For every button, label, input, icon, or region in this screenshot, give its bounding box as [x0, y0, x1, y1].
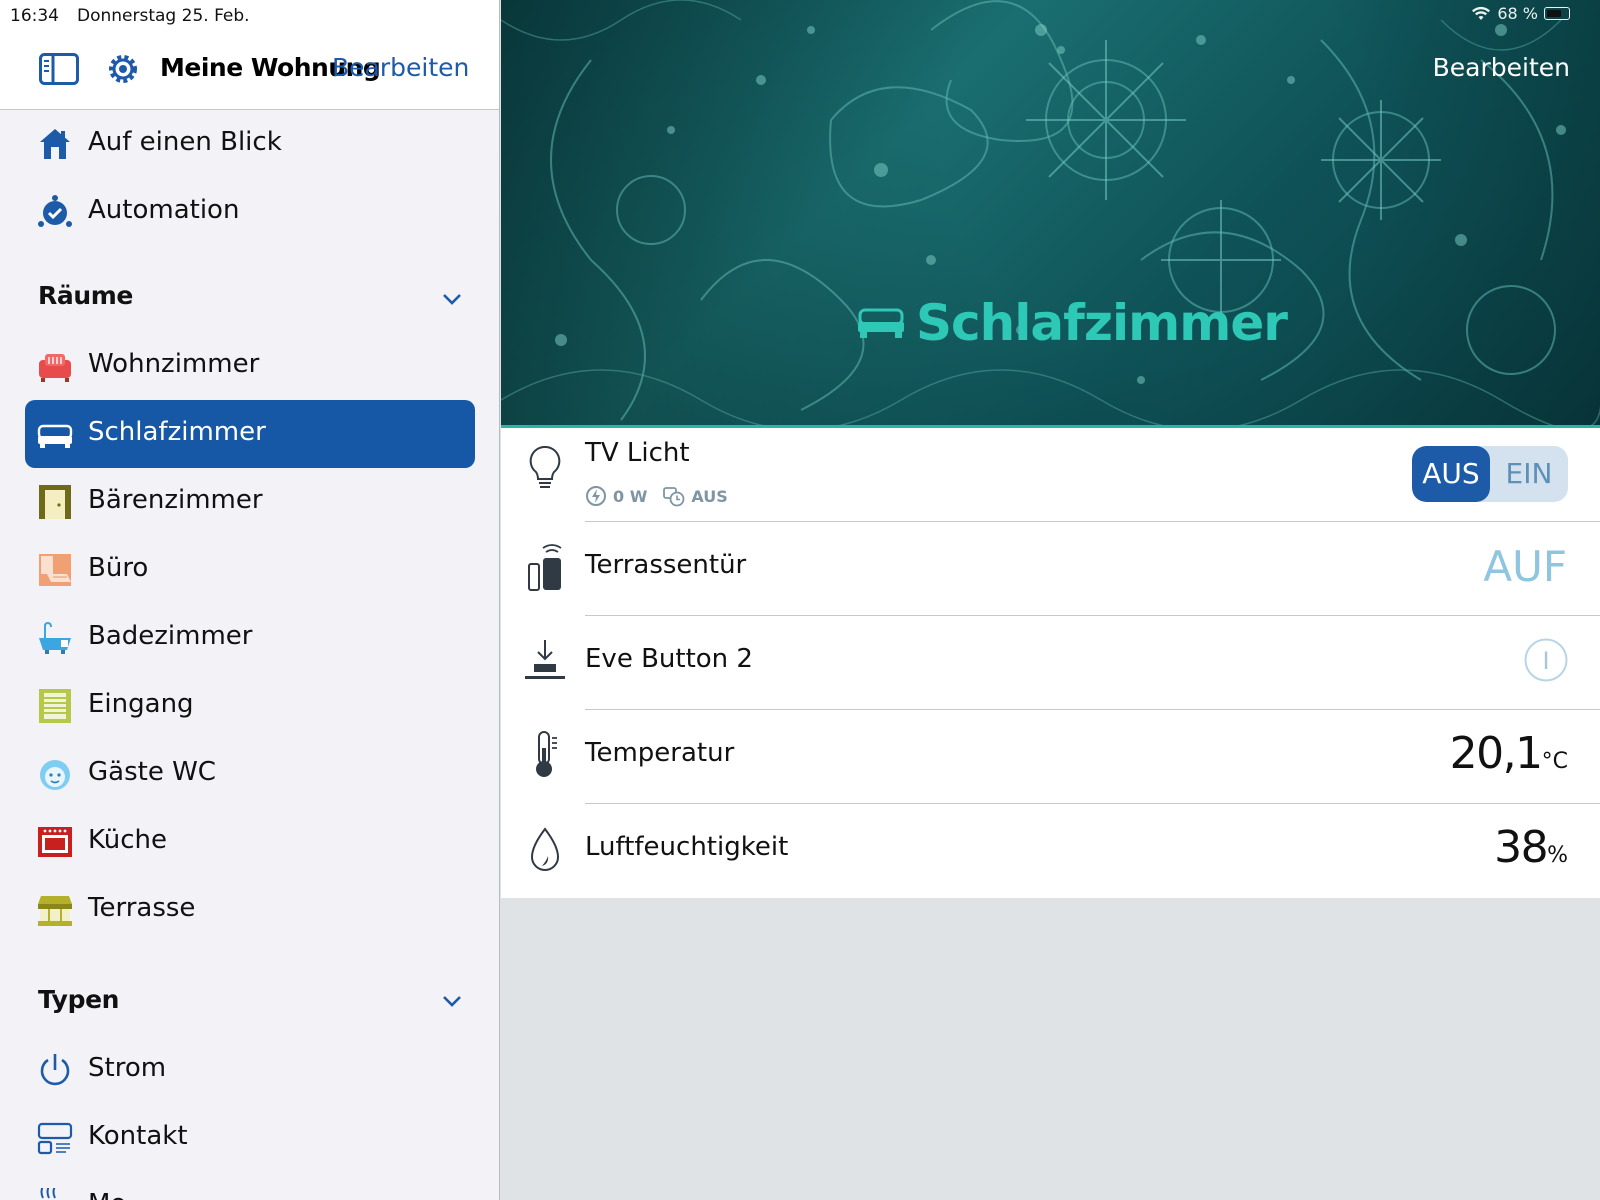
- desk-icon: [39, 554, 71, 586]
- door-sensor-icon: [528, 544, 562, 591]
- power-toggle[interactable]: AUS EIN: [1412, 446, 1568, 502]
- contact-sensor-icon: [37, 1122, 73, 1155]
- sidebar-item-automation[interactable]: Automation: [25, 178, 475, 246]
- sidebar-item-label: Eingang: [88, 689, 194, 719]
- thermometer-icon: [536, 731, 557, 777]
- device-list: TV Licht 0 W AUS AUS EIN Terrassentür AU…: [501, 428, 1600, 898]
- toggle-off-option[interactable]: AUS: [1412, 446, 1490, 502]
- sidebar-item-label: Kontakt: [88, 1121, 188, 1151]
- power-icon: [40, 1054, 70, 1086]
- sidebar-item-label: Schlafzimmer: [88, 417, 266, 447]
- status-indicators: 68 %: [1471, 4, 1570, 23]
- chevron-down-icon[interactable]: [440, 989, 464, 1013]
- device-name: Luftfeuchtigkeit: [585, 832, 789, 862]
- sidebar-item-overview[interactable]: Auf einen Blick: [25, 110, 475, 178]
- sidebar-item-baerenzimmer[interactable]: Bärenzimmer: [25, 468, 475, 536]
- sidebar-item-strom[interactable]: Strom: [25, 1036, 475, 1104]
- temperature-value: 20,1°C: [1450, 728, 1568, 779]
- status-date: Donnerstag 25. Feb.: [77, 6, 250, 26]
- sidebar-item-label: Gäste WC: [88, 757, 216, 787]
- device-row-luftfeuchtigkeit[interactable]: Luftfeuchtigkeit 38%: [501, 804, 1600, 898]
- door-icon: [39, 485, 71, 519]
- device-row-tv-licht[interactable]: TV Licht 0 W AUS AUS EIN: [501, 428, 1600, 522]
- sidebar-item-label: Küche: [88, 825, 168, 855]
- sofa-icon: [39, 354, 71, 382]
- sidebar-item-gaeste-wc[interactable]: Gäste WC: [25, 740, 475, 808]
- sidebar-item-buero[interactable]: Büro: [25, 536, 475, 604]
- device-name: Temperatur: [585, 738, 735, 768]
- sidebar-item-wohnzimmer[interactable]: Wohnzimmer: [25, 332, 475, 400]
- droplet-icon: [530, 827, 560, 871]
- device-name: Terrassentür: [585, 550, 747, 580]
- sidebar-item-label: Mo: [88, 1189, 126, 1200]
- sidebar-toggle-icon[interactable]: [39, 53, 79, 85]
- bathtub-icon: [39, 621, 71, 654]
- lightbulb-icon: [529, 445, 561, 488]
- button-press-icon: [525, 640, 565, 679]
- gear-icon[interactable]: [106, 52, 140, 86]
- device-row-eve-button[interactable]: Eve Button 2 I: [501, 616, 1600, 710]
- sidebar-item-eingang[interactable]: Eingang: [25, 672, 475, 740]
- wifi-icon: [1472, 6, 1491, 20]
- button-circle-icon: I: [1524, 638, 1568, 682]
- device-name: Eve Button 2: [585, 644, 753, 674]
- edit-room-button[interactable]: Bearbeiten: [1433, 53, 1570, 82]
- temperature-unit: °C: [1541, 749, 1568, 774]
- sidebar-item-label: Strom: [88, 1053, 167, 1083]
- sidebar-item-terrasse[interactable]: Terrasse: [25, 876, 475, 944]
- button-state-indicator[interactable]: I: [1524, 638, 1568, 682]
- toggle-on-option[interactable]: EIN: [1490, 446, 1568, 502]
- timer-icon: [663, 487, 685, 507]
- awning-icon: [38, 896, 72, 926]
- device-name: TV Licht: [585, 438, 690, 468]
- sidebar: Meine Wohnung Bearbeiten Auf einen Blick…: [0, 0, 500, 1200]
- humidity-unit: %: [1547, 843, 1568, 868]
- sidebar-item-label: Badezimmer: [88, 621, 253, 651]
- humidity-value: 38%: [1494, 822, 1568, 873]
- device-subinfo: 0 W AUS: [585, 485, 728, 507]
- power-consumption-icon: [586, 486, 606, 506]
- button-state-symbol: I: [1542, 647, 1549, 675]
- chevron-down-icon[interactable]: [440, 287, 464, 311]
- bed-icon: [37, 424, 73, 448]
- sidebar-item-badezimmer[interactable]: Badezimmer: [25, 604, 475, 672]
- sidebar-item-label: Wohnzimmer: [88, 349, 260, 379]
- device-row-temperatur[interactable]: Temperatur 20,1°C: [501, 710, 1600, 804]
- battery-percent: 68 %: [1497, 4, 1538, 23]
- humidity-number: 38: [1494, 822, 1549, 873]
- sidebar-item-label: Auf einen Blick: [88, 127, 282, 157]
- rooms-section-header[interactable]: Räume: [38, 281, 133, 310]
- house-icon: [40, 129, 70, 159]
- sidebar-item-label: Terrasse: [88, 893, 196, 923]
- device-row-terrassentuer[interactable]: Terrassentür AUF: [501, 522, 1600, 616]
- sidebar-item-schlafzimmer[interactable]: Schlafzimmer: [25, 400, 475, 468]
- timer-value: AUS: [691, 486, 728, 506]
- room-title: Schlafzimmer: [916, 294, 1288, 352]
- automation-icon: [38, 195, 72, 227]
- room-header-image: Schlafzimmer Bearbeiten: [501, 0, 1600, 428]
- power-value: 0 W: [613, 486, 648, 506]
- door-state-value: AUF: [1483, 542, 1567, 591]
- temperature-number: 20,1: [1449, 728, 1543, 779]
- sidebar-item-kontakt[interactable]: Kontakt: [25, 1104, 475, 1172]
- sidebar-item-label: Automation: [88, 195, 240, 225]
- sidebar-item-label: Büro: [88, 553, 149, 583]
- edit-home-button[interactable]: Bearbeiten: [332, 53, 469, 82]
- sidebar-item-kueche[interactable]: Küche: [25, 808, 475, 876]
- sidebar-item-motion[interactable]: Mo: [25, 1172, 475, 1200]
- battery-icon: [1544, 7, 1570, 20]
- types-section-header[interactable]: Typen: [38, 985, 119, 1014]
- motion-icon: [40, 1188, 56, 1199]
- shelf-icon: [39, 689, 71, 723]
- oven-icon: [38, 827, 72, 857]
- face-icon: [40, 760, 70, 790]
- sidebar-item-label: Bärenzimmer: [88, 485, 263, 515]
- bed-icon: [858, 308, 904, 338]
- status-time: 16:34: [10, 6, 59, 26]
